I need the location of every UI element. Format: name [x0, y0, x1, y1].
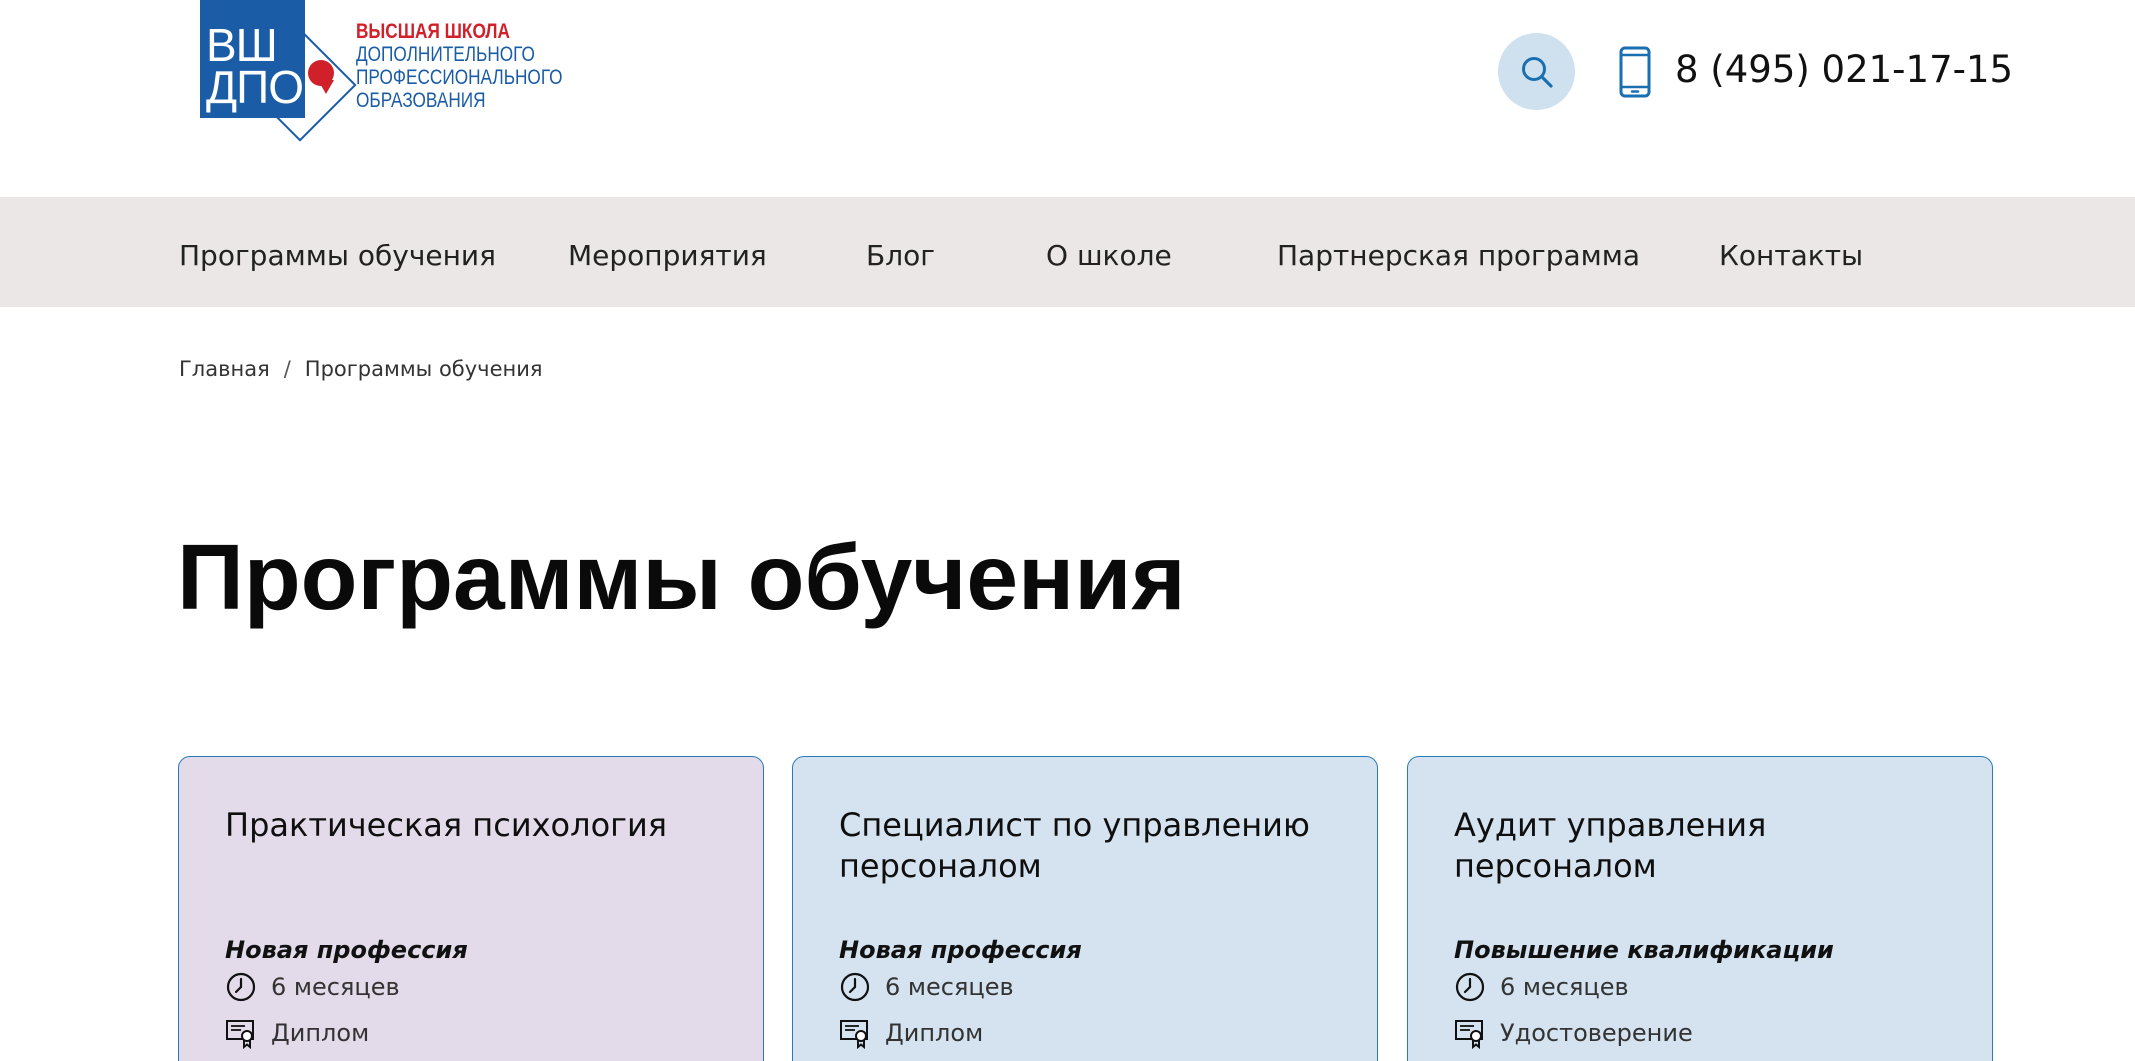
program-card-document: Диплом	[839, 1017, 983, 1049]
program-card[interactable]: Специалист по управлению персоналом Нова…	[792, 756, 1378, 1061]
program-card-document: Диплом	[225, 1017, 369, 1049]
program-card-duration-value: 6 месяцев	[271, 973, 400, 1001]
clock-icon	[226, 972, 256, 1002]
clock-icon	[840, 972, 870, 1002]
breadcrumb-separator: /	[283, 357, 291, 381]
main-navigation: Программы обучения Мероприятия Блог О шк…	[0, 197, 2135, 307]
logo-text-line1: ВЫСШАЯ ШКОЛА	[356, 20, 510, 43]
nav-item-programs[interactable]: Программы обучения	[179, 239, 496, 273]
nav-item-events[interactable]: Мероприятия	[568, 239, 767, 273]
program-card-document: Удостоверение	[1454, 1017, 1693, 1049]
logo-text-line3: ПРОФЕССИОНАЛЬНОГО	[356, 66, 563, 89]
certificate-icon	[840, 1020, 868, 1049]
certificate-icon	[226, 1020, 254, 1049]
program-card-title: Аудит управления персоналом	[1454, 806, 1767, 885]
nav-item-blog[interactable]: Блог	[866, 239, 935, 273]
mobile-phone-icon	[1619, 46, 1651, 98]
nav-item-contacts[interactable]: Контакты	[1719, 239, 1863, 273]
site-logo[interactable]: ВШ ДПО ВЫСШАЯ ШКОЛА ДОПОЛНИТЕЛЬНОГО ПРОФ…	[200, 0, 563, 142]
logo-text: ВЫСШАЯ ШКОЛА ДОПОЛНИТЕЛЬНОГО ПРОФЕССИОНА…	[356, 20, 563, 112]
program-card-duration-value: 6 месяцев	[1500, 973, 1629, 1001]
program-card-title: Специалист по управлению персоналом	[839, 806, 1310, 885]
program-card-type: Новая профессия	[839, 936, 1082, 964]
search-button[interactable]	[1498, 33, 1575, 110]
program-card-duration: 6 месяцев	[225, 971, 400, 1003]
nav-item-about[interactable]: О школе	[1046, 239, 1172, 273]
nav-item-partner-program[interactable]: Партнерская программа	[1277, 239, 1640, 273]
clock-icon	[1455, 972, 1485, 1002]
breadcrumb-current: Программы обучения	[304, 357, 543, 381]
logo-mark: ВШ ДПО	[200, 0, 305, 118]
program-card-type: Новая профессия	[225, 936, 468, 964]
program-card-duration: 6 месяцев	[1454, 971, 1629, 1003]
program-card-document-value: Диплом	[885, 1019, 984, 1047]
program-card[interactable]: Аудит управления персоналом Повышение кв…	[1407, 756, 1993, 1061]
phone-number-link[interactable]: 8 (495) 021-17-15	[1675, 46, 2013, 94]
search-icon	[1521, 56, 1553, 88]
breadcrumb-home-link[interactable]: Главная	[179, 357, 270, 381]
certificate-icon	[1455, 1020, 1483, 1049]
logo-text-line2: ДОПОЛНИТЕЛЬНОГО	[356, 43, 535, 66]
logo-ribbon-icon	[318, 80, 334, 94]
program-card-type: Повышение квалификации	[1454, 936, 1834, 964]
page-title: Программы обучения	[177, 525, 1186, 629]
logo-text-line4: ОБРАЗОВАНИЯ	[356, 89, 486, 112]
site-header: ВШ ДПО ВЫСШАЯ ШКОЛА ДОПОЛНИТЕЛЬНОГО ПРОФ…	[0, 0, 2135, 197]
program-card-duration: 6 месяцев	[839, 971, 1014, 1003]
program-card-duration-value: 6 месяцев	[885, 973, 1014, 1001]
program-card-title: Практическая психология	[225, 806, 668, 844]
program-card-document-value: Диплом	[271, 1019, 370, 1047]
program-card-document-value: Удостоверение	[1500, 1019, 1693, 1047]
breadcrumb: Главная / Программы обучения	[179, 355, 543, 383]
program-card[interactable]: Практическая психология Новая профессия …	[178, 756, 764, 1061]
logo-mark-line2: ДПО	[206, 61, 304, 113]
